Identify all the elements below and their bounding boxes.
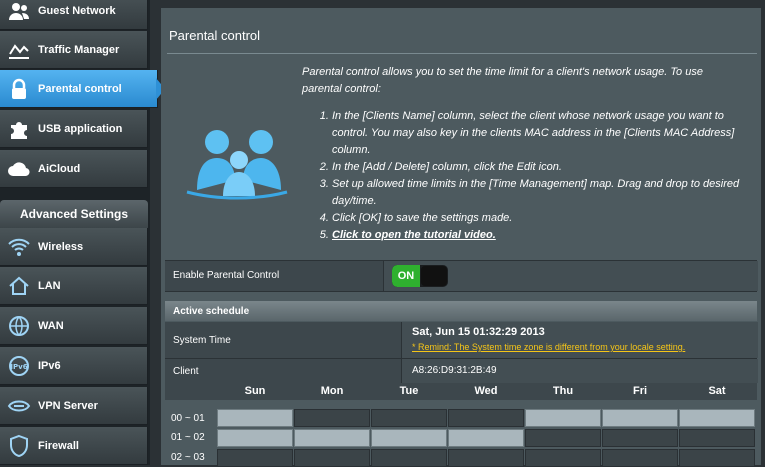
page-title: Parental control [169, 28, 261, 43]
schedule-cell[interactable] [602, 409, 678, 427]
tutorial-link[interactable]: Click to open the tutorial video. [332, 229, 496, 241]
step-item: Click to open the tutorial video. [332, 227, 742, 244]
wireless-icon [0, 228, 38, 266]
sidebar-item-label: VPN Server [38, 399, 98, 412]
description: Parental control allows you to set the t… [302, 64, 742, 244]
schedule-cell[interactable] [602, 449, 678, 467]
schedule-cell[interactable] [525, 429, 601, 447]
sidebar-item-label: LAN [38, 279, 61, 292]
enable-toggle[interactable]: ON [392, 265, 448, 287]
sidebar-item-lan[interactable]: LAN [0, 267, 148, 305]
schedule-cell[interactable] [602, 429, 678, 447]
home-icon [0, 267, 38, 305]
schedule-cell[interactable] [679, 409, 755, 427]
client-value-cell: A8:26:D9:31:2B:49 [401, 359, 758, 383]
sidebar-item-wan[interactable]: WAN [0, 307, 148, 345]
schedule-cell[interactable] [525, 409, 601, 427]
step-item: In the [Add / Delete] column, click the … [332, 159, 742, 176]
sidebar-item-vpn-server[interactable]: VPN Server [0, 387, 148, 425]
enable-parental-control-row: Enable Parental Control ON [165, 260, 758, 292]
client-row: Client A8:26:D9:31:2B:49 [165, 359, 758, 384]
sidebar-item-label: Firewall [38, 439, 79, 452]
day-header: Fri [632, 385, 648, 397]
step-item: In the [Clients Name] column, select the… [332, 108, 742, 159]
hour-label: 02 ~ 03 [171, 452, 205, 463]
sidebar-item-label: WAN [38, 319, 64, 332]
schedule-cell[interactable] [294, 429, 370, 447]
advanced-settings-header: Advanced Settings [0, 200, 148, 228]
toggle-on-label: ON [392, 265, 420, 287]
schedule-cell[interactable] [217, 449, 293, 467]
sidebar: Guest Network Traffic Manager Parental c… [0, 0, 165, 465]
sidebar-item-firewall[interactable]: Firewall [0, 427, 148, 465]
day-header: Sun [244, 385, 266, 397]
sidebar-item-label: AiCloud [38, 162, 81, 175]
sidebar-item-label: Wireless [38, 240, 84, 253]
client-label: Client [173, 366, 199, 377]
schedule-cell[interactable] [294, 409, 370, 427]
system-time-label: System Time [173, 335, 231, 346]
ipv6-icon: IPv6 [0, 347, 38, 385]
guest-network-icon [0, 0, 38, 30]
schedule-cell[interactable] [448, 409, 524, 427]
sidebar-item-traffic-manager[interactable]: Traffic Manager [0, 31, 148, 69]
step-item: Click [OK] to save the settings made. [332, 210, 742, 227]
schedule-cell[interactable] [525, 449, 601, 467]
vpn-icon [0, 387, 38, 425]
sidebar-item-ipv6[interactable]: IPv6 IPv6 [0, 347, 148, 385]
schedule-cell[interactable] [448, 449, 524, 467]
day-header: Mon [320, 385, 344, 397]
svg-text:IPv6: IPv6 [10, 363, 27, 371]
day-header: Thu [552, 385, 574, 397]
schedule-cell[interactable] [217, 429, 293, 447]
cloud-icon [0, 150, 38, 188]
steps-list: In the [Clients Name] column, select the… [302, 108, 742, 244]
schedule-grid-header: Sun Mon Tue Wed Thu Fri Sat [165, 383, 757, 400]
schedule-cell[interactable] [294, 449, 370, 467]
schedule-cell[interactable] [371, 409, 447, 427]
active-schedule-header: Active schedule [165, 301, 757, 321]
intro-text: Parental control allows you to set the t… [302, 66, 703, 95]
sidebar-item-guest-network[interactable]: Guest Network [0, 0, 148, 30]
main-panel: Parental control Parental control allows… [161, 8, 761, 467]
lock-icon [0, 70, 38, 108]
schedule-cell[interactable] [371, 449, 447, 467]
globe-icon [0, 307, 38, 345]
step-item: Set up allowed time limits in the [Time … [332, 176, 742, 210]
sidebar-item-label: Parental control [38, 82, 122, 95]
client-mac: A8:26:D9:31:2B:49 [412, 365, 497, 376]
sidebar-item-usb-application[interactable]: USB application [0, 110, 148, 148]
family-illustration-icon [186, 130, 288, 200]
hour-label: 00 ~ 01 [171, 413, 205, 424]
puzzle-icon [0, 110, 38, 148]
sidebar-item-label: IPv6 [38, 359, 61, 372]
time-zone-remind-link[interactable]: * Remind: The System time zone is differ… [412, 342, 685, 352]
system-time-value: Sat, Jun 15 01:32:29 2013 [412, 326, 545, 338]
enable-value-cell: ON [383, 261, 758, 291]
toggle-knob [421, 266, 447, 286]
shield-icon [0, 427, 38, 465]
system-time-row: System Time Sat, Jun 15 01:32:29 2013 * … [165, 322, 758, 359]
sidebar-item-wireless[interactable]: Wireless [0, 228, 148, 266]
schedule-cell[interactable] [679, 449, 755, 467]
sidebar-item-parental-control[interactable]: Parental control [0, 70, 165, 108]
divider [167, 53, 757, 54]
schedule-cell[interactable] [679, 429, 755, 447]
schedule-cell[interactable] [371, 429, 447, 447]
sidebar-item-aicloud[interactable]: AiCloud [0, 150, 148, 188]
enable-label: Enable Parental Control [173, 270, 280, 281]
day-header: Wed [474, 385, 498, 397]
schedule-cell[interactable] [217, 409, 293, 427]
system-time-value-cell: Sat, Jun 15 01:32:29 2013 * Remind: The … [401, 322, 758, 358]
hour-label: 01 ~ 02 [171, 432, 205, 443]
schedule-cell[interactable] [448, 429, 524, 447]
sidebar-item-label: Traffic Manager [38, 43, 120, 56]
sidebar-item-label: Guest Network [38, 4, 116, 17]
sidebar-item-label: USB application [38, 122, 123, 135]
day-header: Sat [708, 385, 726, 397]
traffic-manager-icon [0, 31, 38, 69]
day-header: Tue [399, 385, 419, 397]
